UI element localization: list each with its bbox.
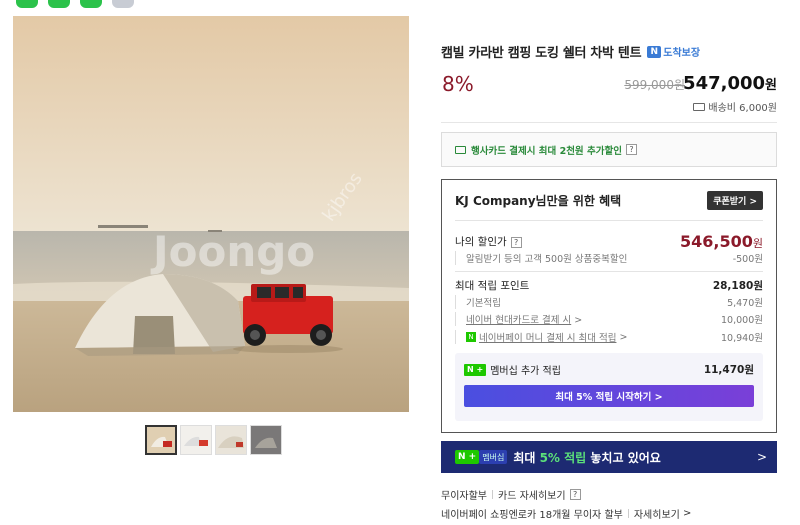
svg-text:Joongo: Joongo [150, 227, 315, 276]
banner-text-pre: 최대 [513, 450, 540, 465]
credit-card-icon [455, 145, 466, 154]
truck-icon [693, 102, 706, 111]
naver-plus-icon: N + [455, 450, 480, 464]
thumbnail-3[interactable] [215, 425, 247, 455]
green-app-icon[interactable] [16, 0, 38, 8]
gray-app-icon[interactable] [112, 0, 134, 8]
membership-banner[interactable]: N + 멤버십 최대 5% 적립 놓치고 있어요 > [441, 441, 777, 473]
divider [627, 509, 629, 518]
banner-text-post: 놓치고 있어요 [586, 450, 661, 465]
naver-pay-icon: N [466, 332, 476, 342]
points-total: 28,180원 [712, 280, 763, 292]
membership-value: 11,470원 [703, 364, 754, 376]
sale-price-value: 547,000 [683, 73, 766, 94]
my-price-value: 546,500 [680, 232, 753, 251]
green-app-icon[interactable] [48, 0, 70, 8]
divider [455, 271, 763, 272]
npay-money-label-wrap: N 네이버페이 머니 결제 시 최대 적립 > [455, 330, 627, 344]
basic-points-row: 기본적립 5,470원 [455, 295, 763, 309]
basic-points-value: 5,470원 [727, 298, 763, 309]
title-row: 캠빌 카라반 캠핑 도킹 쉘터 차박 텐트 N 도착보장 [441, 42, 700, 61]
banner-text-highlight: 5% 적립 [539, 450, 587, 465]
membership-label-wrap: N + 멤버십 추가 적립 [464, 362, 561, 377]
my-price-unit: 원 [752, 237, 763, 250]
npay-detail-link[interactable]: 자세히보기 [634, 506, 680, 521]
naver-plus-icon: N + [464, 363, 487, 376]
benefit-box: KJ Company님만을 위한 혜택 쿠폰받기 > 나의 할인가? 546,5… [441, 179, 777, 433]
alarm-discount-row: 알림받기 등의 고객 500원 상품중복할인 -500원 [455, 251, 763, 265]
membership-row: N + 멤버십 추가 적립 11,470원 [464, 362, 754, 377]
shipping-text: 배송비 6,000원 [708, 103, 777, 114]
hyundai-card-label-wrap: 네이버 현대카드로 결제 시 > [455, 312, 582, 326]
points-row: 최대 적립 포인트 28,180원 [455, 278, 763, 293]
green-app-icon[interactable] [80, 0, 102, 8]
discount-rate: 8% [442, 72, 474, 96]
npay-installment-row: 네이버페이 쇼핑엔로카 18개월 무이자 할부 자세히보기 > [441, 506, 691, 521]
membership-logo: 멤버십 [479, 450, 508, 464]
shipping-fee: 배송비 6,000원 [693, 99, 777, 114]
npay-money-link[interactable]: 네이버페이 머니 결제 시 최대 적립 [479, 330, 616, 344]
basic-points-label: 기본적립 [455, 295, 501, 309]
npay-money-row: N 네이버페이 머니 결제 시 최대 적립 > 10,940원 [455, 330, 763, 344]
naver-n-icon: N [647, 45, 662, 58]
points-label: 최대 적립 포인트 [455, 280, 530, 292]
thumbnail-1[interactable] [145, 425, 177, 455]
my-price-label-wrap: 나의 할인가? [455, 234, 522, 249]
chevron-right-icon: > [756, 450, 767, 464]
coupon-button[interactable]: 쿠폰받기 > [707, 191, 763, 210]
top-toolbar-strip [0, 0, 800, 10]
divider [455, 220, 763, 221]
sale-price-unit: 원 [765, 78, 777, 93]
alarm-discount: -500원 [732, 254, 763, 265]
product-main-image[interactable]: Joongo kjbros [13, 16, 409, 412]
my-price-label: 나의 할인가 [455, 236, 507, 248]
hyundai-card-link[interactable]: 네이버 현대카드로 결제 시 [466, 315, 571, 326]
help-icon[interactable]: ? [569, 489, 581, 500]
my-price-row: 나의 할인가? 546,500원 [455, 232, 763, 251]
help-icon[interactable]: ? [510, 237, 522, 248]
my-price: 546,500원 [680, 232, 763, 251]
product-title: 캠빌 카라반 캠핑 도킹 쉘터 차박 텐트 [441, 46, 642, 61]
divider [492, 490, 493, 499]
thumbnail-strip [145, 425, 282, 455]
hyundai-card-row: 네이버 현대카드로 결제 시 > 10,000원 [455, 312, 763, 326]
help-icon[interactable]: ? [625, 144, 637, 155]
card-detail-link[interactable]: 카드 자세히보기 [498, 487, 566, 502]
arrival-badge-label: 도착보장 [663, 48, 701, 59]
benefit-heading: KJ Company님만을 위한 혜택 [455, 194, 622, 208]
thumbnail-4[interactable] [250, 425, 282, 455]
installment-row: 무이자할부 카드 자세히보기 ? [441, 487, 581, 502]
sale-price: 547,000원 [683, 73, 777, 94]
card-promo-box: 행사카드 결제시 최대 2천원 추가할인 ? [441, 132, 777, 167]
npay-money-value: 10,940원 [721, 333, 763, 344]
divider [441, 122, 777, 123]
chevron-right-icon: > [683, 508, 692, 519]
installment-label: 무이자할부 [441, 491, 487, 502]
thumbnail-2[interactable] [180, 425, 212, 455]
card-promo-text: 행사카드 결제시 최대 2천원 추가할인 [471, 145, 622, 157]
chevron-right-icon: > [619, 331, 628, 343]
npay-installment-label: 네이버페이 쇼핑엔로카 18개월 무이자 할부 [441, 510, 623, 521]
banner-text: 최대 5% 적립 놓치고 있어요 [513, 449, 661, 466]
hyundai-card-value: 10,000원 [721, 315, 763, 326]
membership-start-button[interactable]: 최대 5% 적립 시작하기 > [464, 385, 754, 407]
alarm-note: 알림받기 등의 고객 500원 상품중복할인 [455, 251, 627, 265]
arrival-guarantee-badge: N 도착보장 [647, 44, 700, 59]
chevron-right-icon: > [574, 315, 583, 326]
membership-label: 멤버십 추가 적립 [490, 366, 561, 377]
membership-box: N + 멤버십 추가 적립 11,470원 최대 5% 적립 시작하기 > [455, 353, 763, 421]
tent-beach-photo: Joongo kjbros [13, 16, 409, 412]
original-price: 599,000원 [624, 78, 685, 92]
